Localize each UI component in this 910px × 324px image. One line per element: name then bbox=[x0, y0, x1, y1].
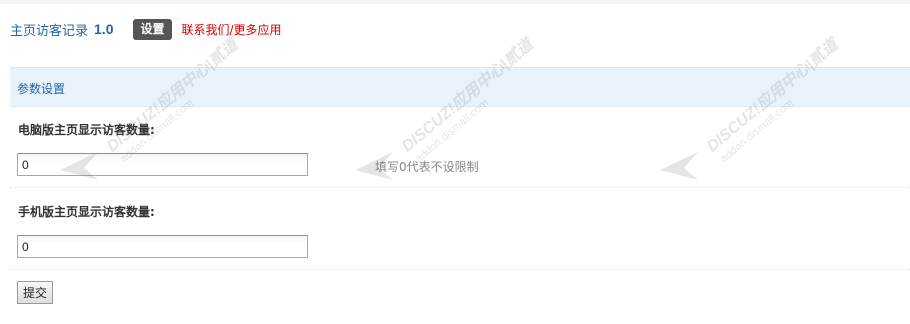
tab-settings[interactable]: 设置 bbox=[133, 18, 172, 40]
contact-more-apps-link[interactable]: 联系我们/更多应用 bbox=[182, 21, 282, 38]
mobile-visitor-count-label: 手机版主页显示访客数量: bbox=[18, 205, 155, 219]
row-divider bbox=[10, 269, 910, 270]
plugin-header: 主页访客记录 1.0 设置 联系我们/更多应用 bbox=[10, 18, 282, 40]
pc-visitor-count-input[interactable] bbox=[17, 153, 308, 176]
watermark-arrow-icon bbox=[660, 152, 698, 180]
row-divider bbox=[10, 187, 910, 188]
section-title: 参数设置 bbox=[17, 82, 66, 96]
submit-button[interactable]: 提交 bbox=[17, 281, 54, 304]
plugin-version: 1.0 bbox=[94, 21, 114, 37]
watermark-url: addon.dismall.com bbox=[718, 97, 796, 166]
pc-visitor-count-hint: 填写0代表不设限制 bbox=[375, 160, 479, 174]
mobile-visitor-count-input[interactable] bbox=[17, 235, 308, 258]
section-header: 参数设置 bbox=[10, 67, 910, 107]
plugin-title: 主页访客记录 bbox=[10, 23, 89, 39]
pc-visitor-count-label: 电脑版主页显示访客数量: bbox=[18, 123, 155, 137]
watermark-url: addon.dismall.com bbox=[413, 97, 491, 166]
top-border bbox=[0, 0, 910, 4]
